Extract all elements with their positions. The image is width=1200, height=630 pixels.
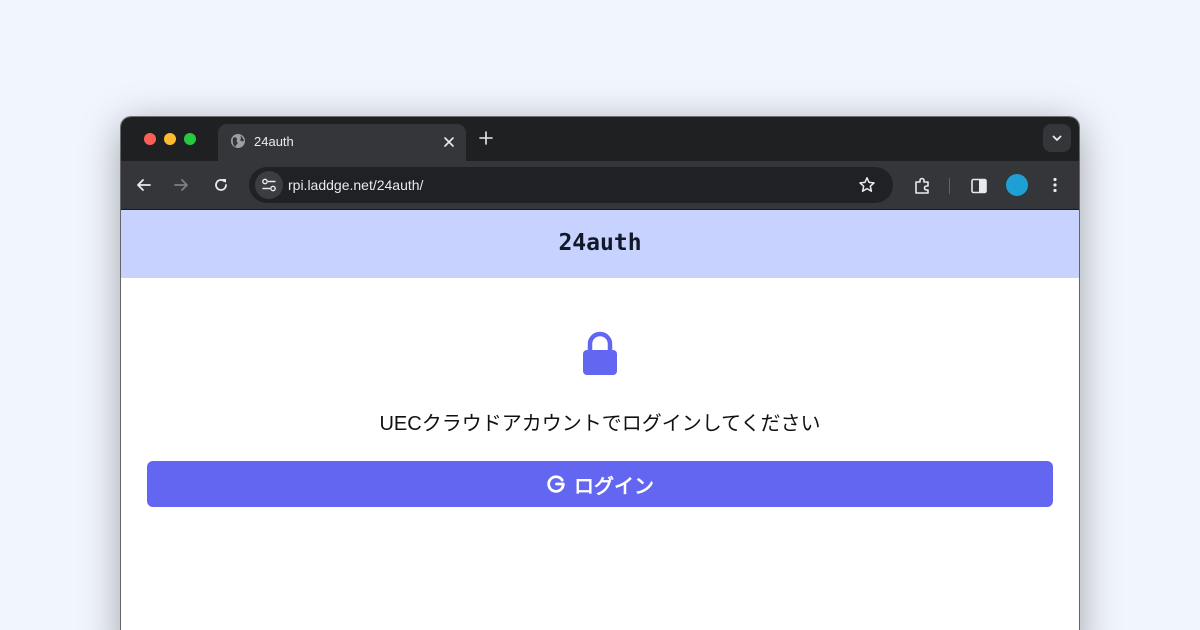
login-button-label: ログイン	[574, 475, 654, 498]
kebab-menu-icon[interactable]	[1046, 176, 1064, 194]
site-title: 24auth	[558, 230, 642, 256]
site-info-button[interactable]	[255, 171, 283, 199]
arrow-right-icon[interactable]	[172, 176, 190, 194]
zoom-window-button[interactable]	[184, 133, 196, 145]
google-g-icon	[547, 475, 565, 493]
site-header: 24auth	[121, 210, 1079, 278]
tab-strip: 24auth	[121, 117, 1079, 161]
web-page: 24auth UECクラウドアカウントでログインしてください ログイン	[121, 210, 1079, 630]
tab-24auth[interactable]: 24auth	[218, 124, 466, 161]
puzzle-icon[interactable]	[912, 176, 932, 196]
reload-icon[interactable]	[212, 176, 230, 194]
browser-toolbar: rpi.laddge.net/24auth/	[121, 161, 1079, 210]
side-panel-icon[interactable]	[970, 177, 988, 195]
close-window-button[interactable]	[144, 133, 156, 145]
google-login-button[interactable]: ログイン	[147, 461, 1053, 507]
address-bar[interactable]: rpi.laddge.net/24auth/	[249, 167, 893, 203]
tune-icon	[262, 178, 276, 192]
lock-icon	[583, 331, 617, 375]
globe-icon	[231, 134, 245, 148]
plus-icon[interactable]	[479, 131, 493, 145]
chevron-down-icon	[1052, 135, 1062, 141]
toolbar-divider	[949, 178, 950, 194]
tab-search-button[interactable]	[1043, 124, 1071, 152]
arrow-left-icon[interactable]	[135, 176, 153, 194]
profile-avatar[interactable]	[1006, 174, 1028, 196]
url-text: rpi.laddge.net/24auth/	[288, 177, 424, 193]
tab-title: 24auth	[254, 134, 294, 149]
close-icon[interactable]	[442, 135, 456, 149]
browser-window: 24auth rpi.laddge.net/24auth/ 24auth UEC…	[121, 117, 1079, 630]
minimize-window-button[interactable]	[164, 133, 176, 145]
login-instruction: UECクラウドアカウントでログインしてください	[379, 413, 821, 435]
star-icon[interactable]	[858, 176, 876, 194]
